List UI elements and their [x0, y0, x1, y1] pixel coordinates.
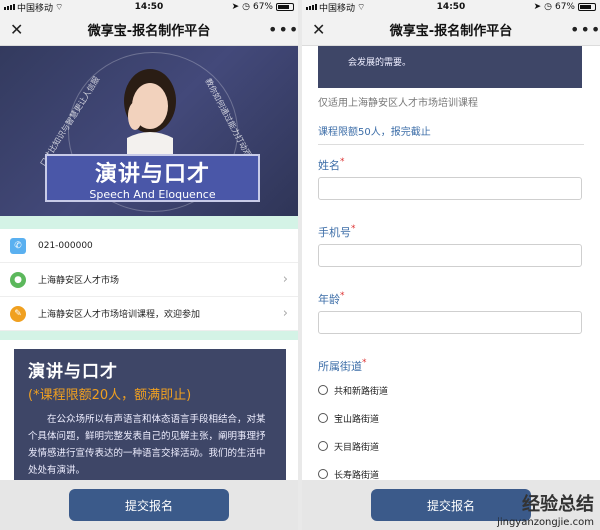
- close-icon[interactable]: ✕: [312, 20, 332, 39]
- name-label: 姓名*: [318, 157, 584, 173]
- info-phone-text: 021-000000: [38, 240, 93, 251]
- mint-spacer-2: [0, 331, 298, 340]
- course-card-tail-text: 会发展的需要。: [348, 58, 412, 68]
- status-time: 14:50: [436, 2, 466, 12]
- required-mark: *: [351, 224, 356, 234]
- course-limit: (*课程限额20人，额满即止): [28, 388, 192, 403]
- info-row-phone[interactable]: ✆ 021-000000: [0, 229, 298, 263]
- required-mark: *: [340, 291, 345, 301]
- course-card-tail: 会发展的需要。: [318, 46, 582, 88]
- name-field[interactable]: [318, 177, 582, 200]
- street-option-label: 天目路街道: [334, 442, 380, 453]
- street-option-label: 长寿路街道: [334, 470, 380, 481]
- more-icon[interactable]: •••: [268, 20, 298, 39]
- street-option-label: 宝山路街道: [334, 414, 380, 425]
- bottom-bar: 提交报名 经验总结 jingyanzongjie.com: [302, 480, 600, 530]
- info-row-description[interactable]: ✎ 上海静安区人才市场培训课程，欢迎参加 ›: [0, 297, 298, 331]
- phone-icon: ✆: [10, 237, 26, 254]
- pencil-icon: ✎: [10, 305, 26, 322]
- course-title: 演讲与口才: [28, 362, 118, 382]
- banner-title-en: Speech And Eloquence: [89, 187, 216, 201]
- watermark-text: 经验总结: [522, 494, 594, 515]
- phone-label-text: 手机号: [318, 226, 351, 239]
- course-card: 演讲与口才 (*课程限额20人，额满即止) 在公众场所以有声语言和体态语言手段相…: [14, 349, 286, 489]
- location-icon: ●: [10, 271, 26, 288]
- bottom-bar: 提交报名: [0, 480, 298, 530]
- page-title: 微享宝-报名制作平台: [389, 24, 513, 39]
- age-field[interactable]: [318, 311, 582, 334]
- status-time: 14:50: [134, 2, 164, 12]
- banner-title-cn: 演讲与口才: [94, 161, 210, 187]
- street-option[interactable]: 宝山路街道: [318, 404, 584, 432]
- close-icon[interactable]: ✕: [10, 20, 30, 39]
- status-bar: 中国移动 ⌔ 14:50 ➤ ◷ 67%: [302, 0, 600, 14]
- banner-title-box: 演讲与口才 Speech And Eloquence: [45, 154, 260, 202]
- age-label-text: 年龄: [318, 293, 340, 306]
- radio-button[interactable]: [318, 413, 328, 423]
- name-label-text: 姓名: [318, 159, 340, 172]
- street-option[interactable]: 天目路街道: [318, 432, 584, 460]
- status-bar: 中国移动 ⌔ 14:50 ➤ ◷ 67%: [0, 0, 298, 14]
- chevron-right-icon: ›: [282, 306, 288, 321]
- street-option[interactable]: 共和新路街道: [318, 376, 584, 404]
- signup-form: 仅适用上海静安区人才市场培训课程 课程限额50人，报完截止 姓名* 手机号* 年…: [318, 94, 584, 488]
- required-mark: *: [362, 358, 367, 368]
- course-banner: 口才比知识与智慧更让人信服 教你如何通过能力打动观众 演讲与口才 Speech …: [0, 46, 298, 216]
- more-icon[interactable]: •••: [570, 20, 600, 39]
- required-mark: *: [340, 157, 345, 167]
- page-title: 微享宝-报名制作平台: [87, 24, 211, 39]
- form-note: 仅适用上海静安区人才市场培训课程: [318, 98, 478, 109]
- street-option-label: 共和新路街道: [334, 386, 389, 397]
- nav-bar: ✕ 微享宝-报名制作平台 •••: [0, 14, 298, 46]
- phone-label: 手机号*: [318, 224, 584, 240]
- battery-icon: [578, 3, 596, 11]
- info-list: ✆ 021-000000 ● 上海静安区人才市场 › ✎ 上海静安区人才市场培训…: [0, 229, 298, 331]
- phone-right: 中国移动 ⌔ 14:50 ➤ ◷ 67% ✕ 微享宝-报名制作平台 ••• 会发…: [302, 0, 600, 530]
- screenshot-composite: 中国移动 ⌔ 14:50 ➤ ◷ 67% ✕ 微享宝-报名制作平台 ••• 口才…: [0, 0, 600, 530]
- phone-field[interactable]: [318, 244, 582, 267]
- info-location-text: 上海静安区人才市场: [38, 276, 120, 286]
- age-label: 年龄*: [318, 291, 584, 307]
- radio-button[interactable]: [318, 469, 328, 479]
- info-row-location[interactable]: ● 上海静安区人才市场 ›: [0, 263, 298, 297]
- chevron-right-icon: ›: [282, 272, 288, 287]
- street-label-text: 所属街道: [318, 360, 362, 373]
- submit-button[interactable]: 提交报名: [69, 489, 229, 521]
- form-quota: 课程限额50人，报完截止: [318, 123, 584, 145]
- street-label: 所属街道*: [318, 358, 584, 374]
- radio-button[interactable]: [318, 441, 328, 451]
- watermark-url: jingyanzongjie.com: [497, 517, 594, 528]
- phone-left: 中国移动 ⌔ 14:50 ➤ ◷ 67% ✕ 微享宝-报名制作平台 ••• 口才…: [0, 0, 298, 530]
- nav-bar: ✕ 微享宝-报名制作平台 •••: [302, 14, 600, 46]
- course-description: 在公众场所以有声语言和体态语言手段相结合，对某个具体问题，鲜明完整发表自己的见解…: [28, 414, 266, 476]
- battery-icon: [276, 3, 294, 11]
- mint-spacer: [0, 216, 298, 229]
- radio-button[interactable]: [318, 385, 328, 395]
- info-description-text: 上海静安区人才市场培训课程，欢迎参加: [38, 310, 201, 320]
